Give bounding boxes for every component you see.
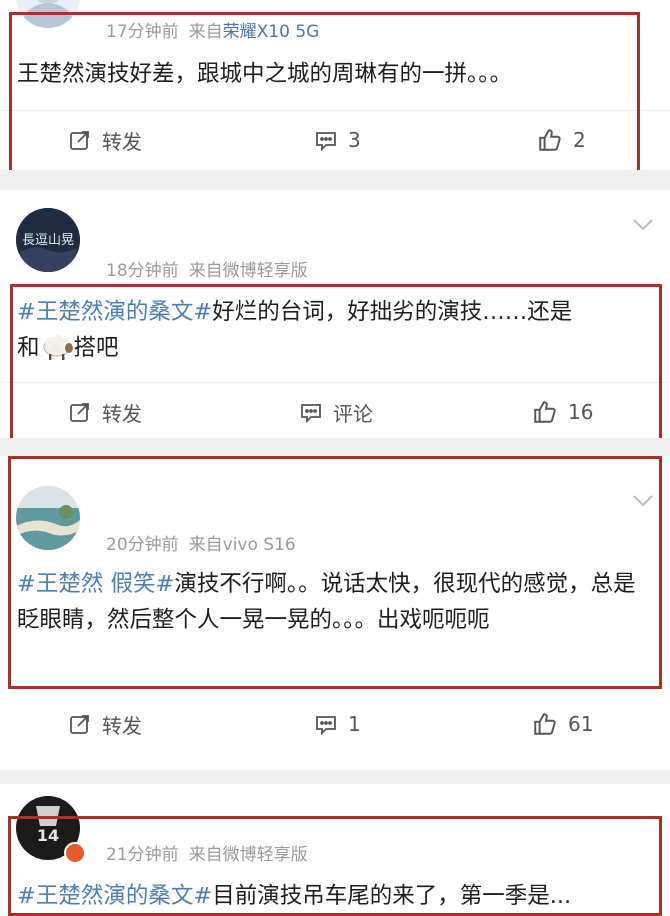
like-button[interactable]: 61	[532, 696, 593, 752]
post-time: 20分钟前	[106, 535, 179, 555]
post-content: 王楚然演技好差，跟城中之城的周琳有的一拼。。。	[17, 56, 650, 92]
post-text: 好烂的台词，好拙劣的演技……还是	[212, 299, 573, 325]
post-1: 17分钟前 来自荣耀X10 5G 王楚然演技好差，跟城中之城的周琳有的一拼。。。 …	[0, 0, 670, 170]
comment-button[interactable]: 3	[314, 112, 361, 168]
hashtag-link[interactable]: #王楚然演的桑文#	[17, 299, 212, 325]
post-actions: 转发 评论 16	[0, 384, 670, 440]
comment-label: 评论	[333, 401, 373, 426]
like-count: 16	[568, 400, 594, 424]
post-text: 王楚然演技好差，跟城中之城的周琳有的一拼。。。	[17, 61, 513, 87]
comment-button[interactable]: 评论	[299, 384, 373, 440]
repost-button[interactable]: 转发	[68, 696, 142, 752]
post-3: 20分钟前 来自vivo S16 #王楚然 假笑#演技不行啊。。说话太快，很现代的…	[0, 456, 670, 770]
comment-count: 1	[348, 712, 361, 736]
repost-button[interactable]: 转发	[68, 384, 142, 440]
post-text-2: 搭吧	[73, 335, 119, 361]
post-content: #王楚然演的桑文#目前演技吊车尾的来了，第一季是...	[17, 878, 650, 914]
avatar[interactable]: 長逗山晃	[16, 208, 80, 272]
avatar[interactable]	[16, 0, 80, 28]
post-time: 18分钟前	[106, 261, 179, 281]
avatar-image	[16, 486, 80, 550]
avatar[interactable]	[16, 486, 80, 550]
like-count: 61	[568, 712, 594, 736]
post-text-prefix: 和	[17, 335, 40, 361]
avatar-calligraphy: 長逗山晃	[22, 233, 74, 248]
sheep-emoji	[43, 335, 73, 360]
avatar-image	[16, 0, 80, 28]
divider	[0, 382, 670, 383]
repost-icon	[70, 131, 89, 150]
like-icon	[534, 401, 556, 423]
post-gap	[0, 770, 670, 784]
repost-button[interactable]: 转发	[68, 112, 142, 168]
comment-icon	[301, 404, 321, 424]
like-button[interactable]: 16	[532, 384, 593, 440]
post-time: 21分钟前	[106, 845, 179, 865]
divider	[0, 110, 670, 111]
post-source: 来自微博轻享版	[188, 845, 308, 865]
hashtag-link[interactable]: #王楚然演的桑文#	[17, 883, 212, 909]
post-content: #王楚然演的桑文#好烂的台词，好拙劣的演技……还是 和 搭吧	[17, 294, 650, 366]
like-button[interactable]: 2	[537, 112, 586, 168]
comment-icon	[316, 132, 336, 152]
hashtag-link[interactable]: #王楚然 假笑#	[17, 571, 174, 597]
repost-icon	[70, 715, 89, 734]
like-icon	[539, 129, 561, 151]
post-actions: 转发 3 2	[0, 112, 670, 168]
comment-button[interactable]: 1	[314, 696, 361, 752]
post-text: 目前演技吊车尾的来了，第一季是...	[212, 883, 572, 909]
post-meta: 21分钟前 来自微博轻享版	[106, 840, 308, 865]
post-source: 来自vivo S16	[188, 535, 296, 555]
post-4: 14 21分钟前 来自微博轻享版 #王楚然演的桑文#目前演技吊车尾的来了，第一季是…	[0, 784, 670, 909]
avatar-number: 14	[37, 826, 59, 845]
post-content: #王楚然 假笑#演技不行啊。。说话太快，很现代的感觉，总是眨眼睛，然后整个人一晃…	[17, 566, 650, 638]
chevron-down-icon[interactable]	[632, 494, 654, 508]
post-meta: 17分钟前 来自荣耀X10 5G	[106, 17, 319, 42]
chevron-down-icon[interactable]	[632, 218, 654, 232]
post-actions: 转发 1 61	[0, 696, 670, 752]
post-source-label: 来自	[188, 22, 223, 42]
post-meta: 18分钟前 来自微博轻享版	[106, 256, 308, 281]
post-source: 来自微博轻享版	[188, 261, 308, 281]
post-meta: 20分钟前 来自vivo S16	[106, 530, 296, 555]
comment-count: 3	[348, 128, 361, 152]
verified-badge	[64, 842, 86, 864]
repost-label: 转发	[102, 129, 142, 154]
post-2: 長逗山晃 18分钟前 来自微博轻享版 #王楚然演的桑文#好烂的台词，好拙劣的演技……	[0, 190, 670, 438]
like-count: 2	[573, 128, 586, 152]
post-gap	[0, 170, 670, 190]
repost-icon	[70, 403, 89, 422]
like-icon	[534, 713, 556, 735]
post-time: 17分钟前	[106, 22, 179, 42]
repost-label: 转发	[102, 713, 142, 738]
avatar-image: 長逗山晃	[16, 208, 80, 272]
comment-icon	[316, 716, 336, 736]
repost-label: 转发	[102, 401, 142, 426]
post-gap	[0, 438, 670, 456]
post-device[interactable]: 荣耀X10 5G	[223, 22, 320, 42]
